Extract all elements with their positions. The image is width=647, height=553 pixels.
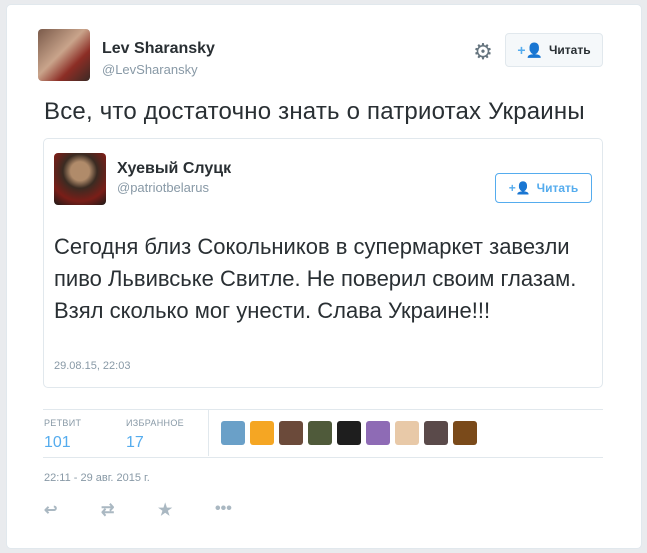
quoted-follow-button-label: Читать — [536, 181, 579, 195]
divider — [43, 409, 603, 410]
reply-icon[interactable]: ↩ — [44, 500, 101, 520]
quoted-author-avatar[interactable] — [54, 153, 106, 205]
author-name[interactable]: Lev Sharansky — [102, 40, 215, 58]
divider — [43, 457, 603, 458]
follow-button[interactable]: +👤 Читать — [505, 33, 603, 67]
retweet-icon[interactable]: ⇄ — [101, 500, 158, 520]
gear-icon[interactable]: ⚙ — [469, 38, 497, 66]
favoriter-avatar[interactable] — [250, 421, 274, 445]
favoriter-avatar[interactable] — [453, 421, 477, 445]
tweet-text: Все, что достаточно знать о патриотах Ук… — [44, 98, 585, 125]
favorite-stat[interactable]: ИЗБРАННОЕ 17 — [126, 418, 184, 452]
favoriter-avatar[interactable] — [337, 421, 361, 445]
tweet-timestamp: 22:11 - 29 авг. 2015 г. — [44, 472, 150, 484]
quoted-author-handle[interactable]: @patriotbelarus — [117, 180, 209, 195]
favoriter-avatar[interactable] — [395, 421, 419, 445]
quoted-author-name[interactable]: Хуевый Слуцк — [117, 160, 231, 178]
divider — [208, 410, 209, 456]
favoriter-avatar[interactable] — [424, 421, 448, 445]
favoriter-avatar[interactable] — [221, 421, 245, 445]
retweet-count: 101 — [44, 434, 71, 451]
favoriter-avatar[interactable] — [308, 421, 332, 445]
author-handle[interactable]: @LevSharansky — [102, 62, 198, 77]
quoted-tweet[interactable]: Хуевый Слуцк @patriotbelarus +👤 Читать С… — [43, 138, 603, 388]
quoted-tweet-timestamp[interactable]: 29.08.15, 22:03 — [54, 360, 130, 372]
author-avatar[interactable] — [38, 29, 90, 81]
favorite-icon[interactable]: ★ — [158, 500, 215, 520]
tweet-actions: ↩ ⇄ ★ ••• — [44, 500, 272, 520]
favoriter-avatar[interactable] — [279, 421, 303, 445]
favorite-count: 17 — [126, 434, 144, 451]
add-user-icon: +👤 — [508, 181, 531, 195]
follow-button-label: Читать — [548, 43, 591, 57]
add-user-icon: +👤 — [517, 41, 543, 58]
favoriter-avatar[interactable] — [366, 421, 390, 445]
favoriter-avatars — [221, 421, 477, 445]
retweet-stat-label: РЕТВИТ — [44, 418, 82, 428]
favorite-stat-label: ИЗБРАННОЕ — [126, 418, 184, 428]
retweet-stat[interactable]: РЕТВИТ 101 — [44, 418, 81, 452]
quoted-follow-button[interactable]: +👤 Читать — [495, 173, 592, 203]
more-icon[interactable]: ••• — [215, 500, 272, 520]
quoted-tweet-text: Сегодня близ Сокольников в супермаркет з… — [54, 234, 577, 323]
